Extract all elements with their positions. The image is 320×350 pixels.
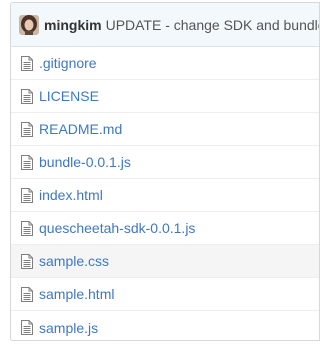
author-avatar[interactable]	[19, 14, 39, 35]
file-text-icon	[21, 286, 33, 302]
latest-commit-bar: mingkim UPDATE - change SDK and bundle	[11, 3, 319, 47]
commit-message[interactable]: UPDATE - change SDK and bundle	[106, 17, 319, 33]
file-name-link[interactable]: LICENSE	[39, 88, 99, 104]
file-text-icon	[21, 154, 33, 170]
file-text-icon	[21, 88, 33, 104]
file-text-icon	[21, 253, 33, 269]
file-row[interactable]: index.html	[11, 179, 319, 212]
file-name-link[interactable]: .gitignore	[39, 55, 97, 71]
file-name-link[interactable]: README.md	[39, 121, 122, 137]
file-text-icon	[21, 187, 33, 203]
file-name-link[interactable]: index.html	[39, 187, 103, 203]
file-row[interactable]: .gitignore	[11, 47, 319, 80]
file-row[interactable]: README.md	[11, 113, 319, 146]
file-row[interactable]: sample.js	[11, 311, 319, 340]
file-text-icon	[21, 320, 33, 335]
file-row[interactable]: sample.css	[11, 245, 319, 278]
file-name-link[interactable]: quescheetah-sdk-0.0.1.js	[39, 220, 195, 236]
file-text-icon	[21, 220, 33, 236]
file-row[interactable]: LICENSE	[11, 80, 319, 113]
file-name-link[interactable]: bundle-0.0.1.js	[39, 154, 131, 170]
file-name-link[interactable]: sample.js	[39, 320, 98, 336]
file-list: .gitignore LICENSE README.md bundle-0.0.…	[11, 47, 319, 340]
file-row[interactable]: bundle-0.0.1.js	[11, 146, 319, 179]
file-name-link[interactable]: sample.css	[39, 253, 109, 269]
file-name-link[interactable]: sample.html	[39, 286, 114, 302]
file-row[interactable]: quescheetah-sdk-0.0.1.js	[11, 212, 319, 245]
commit-author[interactable]: mingkim	[44, 17, 102, 33]
file-text-icon	[21, 55, 33, 71]
file-text-icon	[21, 121, 33, 137]
file-browser: mingkim UPDATE - change SDK and bundle .…	[10, 2, 320, 341]
file-row[interactable]: sample.html	[11, 278, 319, 311]
